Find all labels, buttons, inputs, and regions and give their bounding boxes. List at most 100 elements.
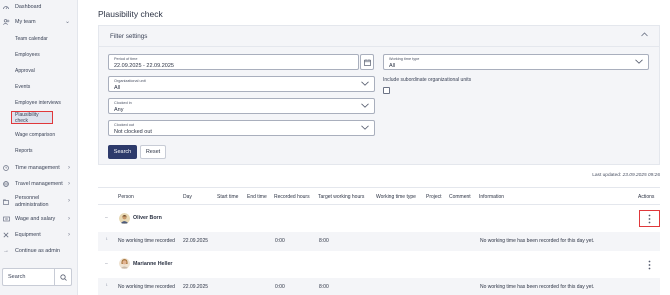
filter-panel: Filter settings xyxy=(98,25,660,165)
detail-recorded-hours: 0:00 xyxy=(275,284,285,290)
collapse-icon[interactable]: – xyxy=(105,261,108,267)
detail-recorded-hours: 0:00 xyxy=(275,238,285,244)
person-name: Marianne Heller xyxy=(133,261,173,267)
sidebar-search[interactable]: Search xyxy=(2,268,72,286)
detail-information: No working time has been recorded for th… xyxy=(480,284,595,290)
column-header[interactable]: Working time type xyxy=(376,194,416,200)
actions-menu-button[interactable] xyxy=(639,210,660,227)
chevron-down-icon xyxy=(635,59,643,66)
column-header[interactable]: Start time xyxy=(217,194,238,200)
chevron-down-icon: ⌄ xyxy=(64,19,70,25)
sidebar: Dashboard My team ⌄ Team calendar Employ… xyxy=(0,0,78,295)
chevron-down-icon xyxy=(361,125,369,132)
sidebar-subitem-team-calendar[interactable]: Team calendar xyxy=(15,32,75,45)
sidebar-subitem-employee-interviews[interactable]: Employee interviews xyxy=(15,96,75,109)
sidebar-item-label: My team xyxy=(15,18,36,25)
team-icon xyxy=(3,18,10,25)
more-vertical-icon xyxy=(648,260,651,269)
detail-person: No working time recorded xyxy=(118,238,175,244)
sidebar-item-continue-as-admin[interactable]: → Continue as admin xyxy=(0,244,78,257)
sidebar-item-equipment[interactable]: Equipment › xyxy=(0,228,78,241)
clocked-in-select[interactable]: Clocked in Any xyxy=(108,98,375,114)
filter-header[interactable]: Filter settings xyxy=(99,26,659,47)
child-row-icon: ˪ xyxy=(106,282,108,288)
sidebar-item-label: Time management xyxy=(15,164,60,171)
column-header[interactable]: Person xyxy=(118,194,134,200)
chevron-down-icon xyxy=(361,103,369,110)
sidebar-subitem-employees[interactable]: Employees xyxy=(15,48,75,61)
table-header: Person Day Start time End time Recorded … xyxy=(98,187,660,205)
search-input[interactable]: Search xyxy=(3,274,54,280)
sidebar-item-label: Wage and salary xyxy=(15,215,56,222)
sidebar-item-label: Personnel administration xyxy=(15,195,49,208)
include-subordinate-checkbox[interactable] xyxy=(383,87,390,94)
sidebar-subitem-approval[interactable]: Approval xyxy=(15,64,75,77)
arrow-right-icon: → xyxy=(3,247,9,254)
sidebar-item-time-management[interactable]: Time management › xyxy=(0,161,78,174)
column-header[interactable]: End time xyxy=(247,194,267,200)
column-header[interactable]: Target working hours xyxy=(318,194,364,200)
search-button[interactable]: Search xyxy=(108,145,137,159)
detail-target-hours: 8:00 xyxy=(319,284,329,290)
column-header: Actions xyxy=(638,194,655,200)
sidebar-item-label: Travel management xyxy=(15,180,63,187)
reset-button[interactable]: Reset xyxy=(140,145,166,159)
chevron-right-icon: › xyxy=(68,198,70,204)
sidebar-item-wage-and-salary[interactable]: Wage and salary › xyxy=(0,212,78,225)
person-name: Oliver Born xyxy=(133,215,162,221)
detail-information: No working time has been recorded for th… xyxy=(480,238,595,244)
table-row-detail: ˪ No working time recorded 22.09.2025 0:… xyxy=(98,278,660,295)
column-header[interactable]: Day xyxy=(183,194,192,200)
detail-target-hours: 8:00 xyxy=(319,238,329,244)
avatar xyxy=(119,258,130,269)
calendar-icon xyxy=(363,58,371,66)
globe-icon xyxy=(3,180,9,187)
sidebar-item-label: Equipment xyxy=(15,231,41,238)
period-of-time-field[interactable]: Period of time 22.09.2025 - 22.09.2025 xyxy=(108,54,359,70)
chevron-right-icon: › xyxy=(68,164,70,171)
table-row[interactable]: – Oliver Born xyxy=(98,205,660,232)
sidebar-subitem-reports[interactable]: Reports xyxy=(15,144,75,157)
avatar xyxy=(119,213,130,224)
more-vertical-icon xyxy=(648,214,651,223)
sidebar-subitem-wage-comparison[interactable]: Wage comparison xyxy=(15,128,75,141)
chevron-right-icon: › xyxy=(68,215,70,222)
organizational-unit-select[interactable]: Organizational unit All xyxy=(108,76,375,92)
detail-person: No working time recorded xyxy=(118,284,175,290)
last-updated: Last updated: 23.09.2025 09:26 xyxy=(592,173,660,178)
column-header[interactable]: Information xyxy=(479,194,504,200)
sidebar-item-personnel-administration[interactable]: Personnel administration › xyxy=(0,193,78,211)
tools-icon xyxy=(3,232,9,238)
search-button[interactable] xyxy=(54,269,71,285)
detail-day: 22.09.2025 xyxy=(183,284,209,290)
calendar-button[interactable] xyxy=(360,54,374,70)
sidebar-item-travel-management[interactable]: Travel management › xyxy=(0,177,78,190)
sidebar-subitem-events[interactable]: Events xyxy=(15,80,75,93)
folder-icon xyxy=(3,199,9,205)
sidebar-item-label: Continue as admin xyxy=(15,247,60,254)
sidebar-item-label: Dashboard xyxy=(15,3,42,10)
working-time-type-select[interactable]: Working time type All xyxy=(383,54,649,70)
sidebar-subitem-plausibility-check[interactable]: Plausibility check xyxy=(11,111,53,124)
actions-menu-button[interactable] xyxy=(644,258,655,271)
table-row[interactable]: – Marianne Heller xyxy=(98,251,660,278)
search-icon xyxy=(59,273,67,281)
include-subordinate-label: Include subordinate organizational units xyxy=(383,77,472,83)
detail-day: 22.09.2025 xyxy=(183,238,209,244)
collapse-icon[interactable]: – xyxy=(105,215,108,221)
column-header[interactable]: Recorded hours xyxy=(274,194,310,200)
child-row-icon: ˪ xyxy=(106,236,108,242)
table-row-detail: ˪ No working time recorded 22.09.2025 0:… xyxy=(98,232,660,251)
clock-icon xyxy=(3,164,9,171)
page-title: Plausibility check xyxy=(98,9,163,19)
chevron-right-icon: › xyxy=(68,231,70,238)
column-header[interactable]: Comment xyxy=(449,194,471,200)
column-header[interactable]: Project xyxy=(426,194,442,200)
sidebar-item-my-team[interactable]: My team ⌄ xyxy=(0,15,78,28)
dashboard-icon xyxy=(3,4,9,10)
clocked-out-select[interactable]: Clocked out Not clocked out xyxy=(108,120,375,136)
chevron-up-icon[interactable] xyxy=(641,32,648,39)
sidebar-item-dashboard[interactable]: Dashboard xyxy=(0,0,78,13)
chevron-down-icon xyxy=(361,81,369,88)
chevron-right-icon: › xyxy=(68,180,70,187)
